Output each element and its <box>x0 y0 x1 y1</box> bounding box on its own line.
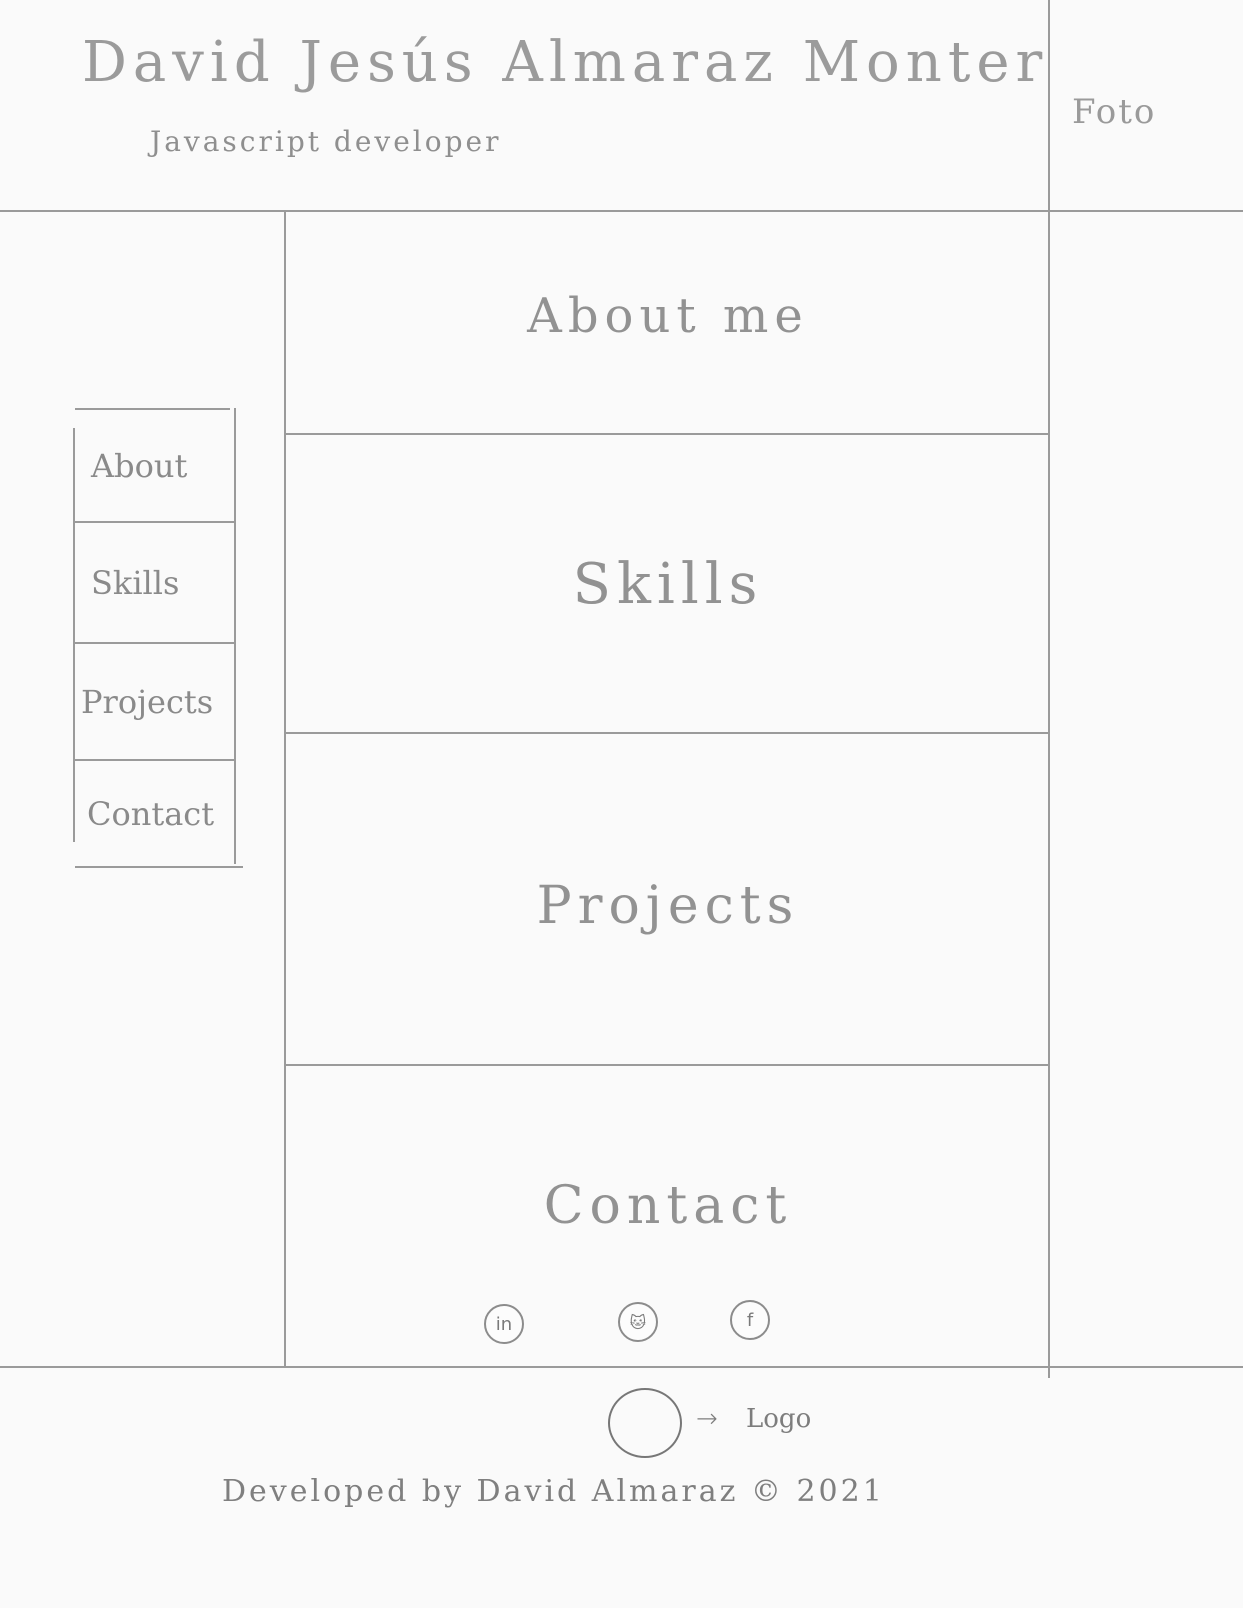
nav-item-skills[interactable]: Skills <box>75 523 235 642</box>
section-title: Projects <box>536 876 800 936</box>
header-bottom-divider <box>0 210 1243 212</box>
section-title: Skills <box>572 552 764 617</box>
logo-placeholder[interactable] <box>608 1388 682 1458</box>
section-divider-2 <box>286 732 1050 734</box>
arrow-right-icon: → <box>696 1404 718 1434</box>
logo-annotation: Logo <box>746 1404 812 1434</box>
footer-top-divider <box>0 1366 1243 1368</box>
section-divider-1 <box>286 433 1048 435</box>
nav-item-label: Projects <box>81 682 214 721</box>
section-divider-3 <box>286 1064 1050 1066</box>
section-title: Contact <box>543 1176 793 1236</box>
photo-column-divider <box>1048 0 1050 1378</box>
subtitle: Javascript developer <box>150 125 502 158</box>
nav-item-projects[interactable]: Projects <box>75 644 235 759</box>
linkedin-icon[interactable]: in <box>484 1304 524 1344</box>
section-title: About me <box>527 288 809 344</box>
footer-credit: Developed by David Almaraz © 2021 <box>222 1474 885 1509</box>
main-left-border <box>284 212 286 1368</box>
page-title: David Jesús Almaraz Monter <box>82 30 1049 95</box>
photo-placeholder: Foto <box>1072 92 1157 132</box>
github-icon[interactable]: 🐱 <box>618 1302 658 1342</box>
nav-item-about[interactable]: About <box>75 410 235 521</box>
nav-item-label: About <box>91 446 188 485</box>
nav-bottom-border <box>75 866 243 868</box>
facebook-icon[interactable]: f <box>730 1300 770 1340</box>
nav-item-label: Contact <box>87 794 215 833</box>
nav-item-contact[interactable]: Contact <box>75 761 235 866</box>
nav-item-label: Skills <box>91 563 180 602</box>
